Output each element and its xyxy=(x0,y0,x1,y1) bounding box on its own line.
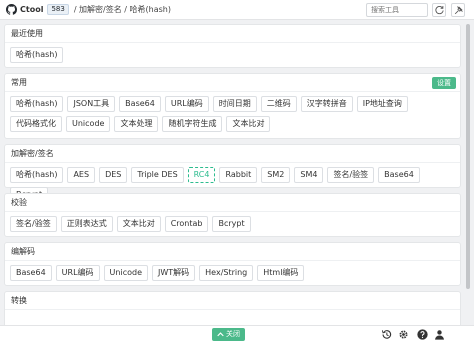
tool-ip-lookup[interactable]: IP地址查询 xyxy=(356,96,408,112)
section-encode: 编解码 Base64 URL编码 Unicode JWT解码 Hex/Strin… xyxy=(4,242,461,286)
section-title: 编解码 xyxy=(5,243,460,261)
tool-sm2[interactable]: SM2 xyxy=(261,167,291,183)
chevron-up-icon xyxy=(217,332,224,337)
tool-qrcode[interactable]: 二维码 xyxy=(260,96,297,112)
tool-unicode[interactable]: Unicode xyxy=(103,265,148,281)
help-button[interactable] xyxy=(417,329,428,340)
tool-rc4[interactable]: RC4 xyxy=(187,167,216,183)
user-button[interactable] xyxy=(434,329,445,340)
tool-triple-des[interactable]: Triple DES xyxy=(131,167,184,183)
tool-crontab[interactable]: Crontab xyxy=(164,216,209,232)
history-button[interactable] xyxy=(381,329,392,340)
user-icon xyxy=(435,330,444,340)
section-title: 校验 xyxy=(5,194,460,212)
section-verify: 校验 签名/验签 正则表达式 文本比对 Crontab Bcrypt xyxy=(4,193,461,237)
app-window: Ctool 583 / 加解密/签名 / 哈希(hash) 最近使用 哈希(ha… xyxy=(0,0,474,343)
scrollbar-thumb[interactable] xyxy=(466,24,470,289)
tool-base64[interactable]: Base64 xyxy=(378,167,420,183)
section-title: 常用 xyxy=(11,78,27,87)
breadcrumb: / 加解密/签名 / 哈希(hash) xyxy=(73,5,171,14)
footer: 关闭 xyxy=(0,325,474,343)
section-crypto: 加解密/签名 哈希(hash) AES DES Triple DES RC4 R… xyxy=(4,144,461,203)
header: Ctool 583 / 加解密/签名 / 哈希(hash) xyxy=(0,0,474,20)
tool-random-string[interactable]: 随机字符生成 xyxy=(162,116,223,132)
tool-url-encode[interactable]: URL编码 xyxy=(164,96,209,112)
tool-hex-string[interactable]: Hex/String xyxy=(199,265,254,281)
tool-sm4[interactable]: SM4 xyxy=(294,167,324,183)
history-icon xyxy=(381,330,392,339)
refresh-icon xyxy=(434,5,444,14)
tool-base64[interactable]: Base64 xyxy=(119,96,161,112)
tool-json[interactable]: JSON工具 xyxy=(67,96,116,112)
section-common: 常用 设置 哈希(hash) JSON工具 Base64 URL编码 时间日期 … xyxy=(4,73,461,139)
close-label: 关闭 xyxy=(226,330,240,338)
pin-button[interactable] xyxy=(451,3,465,17)
tool-datetime[interactable]: 时间日期 xyxy=(212,96,257,112)
tool-text-process[interactable]: 文本处理 xyxy=(114,116,159,132)
tool-des[interactable]: DES xyxy=(99,167,128,183)
settings-icon xyxy=(399,330,408,339)
tool-text-diff[interactable]: 文本比对 xyxy=(226,116,271,132)
brand-name[interactable]: Ctool xyxy=(20,5,43,14)
tool-hash[interactable]: 哈希(hash) xyxy=(10,96,64,112)
tool-text-diff[interactable]: 文本比对 xyxy=(116,216,161,232)
help-icon xyxy=(417,329,428,340)
tool-aes[interactable]: AES xyxy=(67,167,96,183)
pin-icon xyxy=(454,5,463,14)
tool-hash[interactable]: 哈希(hash) xyxy=(10,167,64,183)
close-button[interactable]: 关闭 xyxy=(212,328,245,341)
tool-rabbit[interactable]: Rabbit xyxy=(219,167,258,183)
refresh-button[interactable] xyxy=(432,3,446,17)
tool-base64[interactable]: Base64 xyxy=(10,265,52,281)
search-input[interactable] xyxy=(366,3,428,17)
tool-unicode[interactable]: Unicode xyxy=(66,116,111,132)
star-count-badge[interactable]: 583 xyxy=(47,4,69,15)
tool-sign-verify[interactable]: 签名/验签 xyxy=(327,167,375,183)
tool-url-encode[interactable]: URL编码 xyxy=(55,265,100,281)
tool-pinyin[interactable]: 汉字转拼音 xyxy=(300,96,353,112)
settings-button[interactable]: 设置 xyxy=(432,77,456,89)
tool-sign-verify[interactable]: 签名/验签 xyxy=(10,216,57,232)
section-title: 最近使用 xyxy=(5,25,460,43)
tool-bcrypt[interactable]: Bcrypt xyxy=(212,216,251,232)
tool-code-format[interactable]: 代码格式化 xyxy=(10,116,62,132)
scrollbar[interactable] xyxy=(465,22,471,327)
tool-hash[interactable]: 哈希(hash) xyxy=(10,47,64,63)
tool-regex[interactable]: 正则表达式 xyxy=(60,216,113,232)
section-title: 加解密/签名 xyxy=(5,145,460,163)
tool-html-encode[interactable]: Html编码 xyxy=(257,265,305,281)
section-title: 转换 xyxy=(5,292,460,310)
github-icon[interactable] xyxy=(6,4,17,15)
settings-footer-button[interactable] xyxy=(398,329,409,340)
section-recent: 最近使用 哈希(hash) xyxy=(4,24,461,68)
tool-jwt-decode[interactable]: JWT解码 xyxy=(152,265,196,281)
